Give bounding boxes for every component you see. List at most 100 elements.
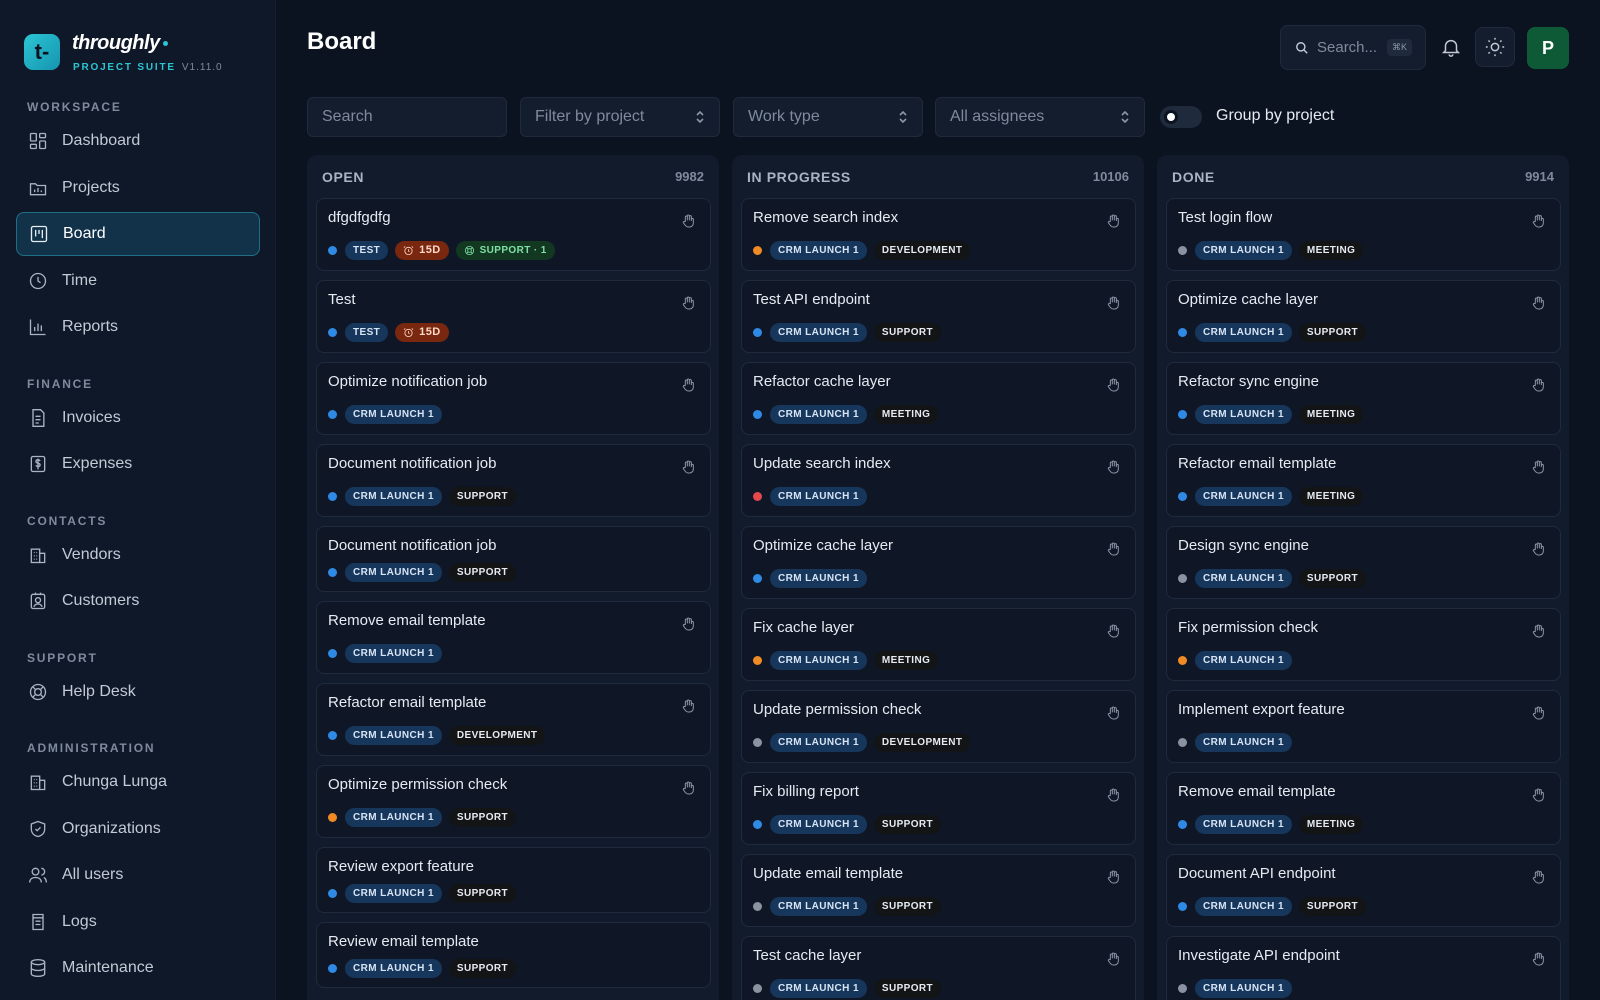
- task-card-title: Refactor cache layer: [753, 373, 891, 390]
- task-card[interactable]: Investigate API endpoint CRM LAUNCH 1: [1166, 936, 1561, 1000]
- task-card[interactable]: Remove email template CRM LAUNCH 1: [316, 601, 711, 674]
- task-card[interactable]: Optimize cache layer CRM LAUNCH 1: [741, 526, 1136, 599]
- drag-handle-icon[interactable]: [680, 213, 696, 229]
- sidebar-item-invoices[interactable]: Invoices: [16, 396, 260, 440]
- sidebar-item-time[interactable]: Time: [16, 259, 260, 303]
- brand[interactable]: t- throughly PROJECT SUITE V1.11.0: [24, 32, 264, 76]
- drag-handle-icon[interactable]: [680, 295, 696, 311]
- task-card[interactable]: Test login flow CRM LAUNCH 1 MEETING: [1166, 198, 1561, 271]
- drag-handle-icon[interactable]: [1530, 705, 1546, 721]
- task-card[interactable]: Test cache layer CRM LAUNCH 1 SUPPORT: [741, 936, 1136, 1000]
- drag-handle-icon[interactable]: [1105, 705, 1121, 721]
- drag-handle-icon[interactable]: [680, 377, 696, 393]
- task-card[interactable]: Optimize cache layer CRM LAUNCH 1 SUPPORT: [1166, 280, 1561, 353]
- drag-handle-icon[interactable]: [1530, 459, 1546, 475]
- sidebar-item-board[interactable]: Board: [16, 212, 260, 256]
- group-by-project-toggle[interactable]: [1160, 106, 1202, 128]
- task-card[interactable]: Refactor cache layer CRM LAUNCH 1 MEETING: [741, 362, 1136, 435]
- drag-handle-icon[interactable]: [1530, 951, 1546, 967]
- worktype-badge: DEVELOPMENT: [448, 725, 546, 745]
- drag-handle-icon[interactable]: [1105, 377, 1121, 393]
- task-card[interactable]: Fix permission check CRM LAUNCH 1: [1166, 608, 1561, 681]
- project-badge: CRM LAUNCH 1: [1195, 240, 1292, 260]
- sidebar-item-organizations[interactable]: Organizations: [16, 807, 260, 851]
- task-card[interactable]: Document notification job CRM LAUNCH 1 SUP…: [316, 526, 711, 592]
- drag-handle-icon[interactable]: [1530, 787, 1546, 803]
- sidebar-item-reports[interactable]: Reports: [16, 305, 260, 349]
- task-card[interactable]: Refactor email template CRM LAUNCH 1 DEVEL…: [316, 683, 711, 756]
- sidebar-item-help-desk[interactable]: Help Desk: [16, 670, 260, 714]
- sidebar-item-all-users[interactable]: All users: [16, 853, 260, 897]
- task-card[interactable]: Refactor email template CRM LAUNCH 1 MEETI…: [1166, 444, 1561, 517]
- sidebar-item-chunga-lunga[interactable]: Chunga Lunga: [16, 760, 260, 804]
- drag-handle-icon[interactable]: [1105, 541, 1121, 557]
- theme-toggle-button[interactable]: [1475, 27, 1515, 67]
- global-search[interactable]: Search... ⌘K: [1280, 25, 1426, 70]
- drag-handle-icon[interactable]: [1105, 295, 1121, 311]
- task-card[interactable]: Update email template CRM LAUNCH 1 SUPPORT: [741, 854, 1136, 927]
- worktype-filter-select[interactable]: Work type: [733, 97, 923, 137]
- task-card[interactable]: Optimize notification job CRM LAUNCH 1: [316, 362, 711, 435]
- sidebar-item-dashboard[interactable]: Dashboard: [16, 119, 260, 163]
- task-card[interactable]: Fix billing report CRM LAUNCH 1 SUPPORT: [741, 772, 1136, 845]
- task-card[interactable]: Review export feature CRM LAUNCH 1 SUPPORT: [316, 847, 711, 913]
- worktype-badge: MEETING: [1298, 240, 1364, 260]
- priority-dot: [1178, 491, 1187, 501]
- drag-handle-icon[interactable]: [680, 698, 696, 714]
- task-card[interactable]: dfgdfgdfg TEST 15D SUPPORT · 1: [316, 198, 711, 271]
- drag-handle-icon[interactable]: [1530, 623, 1546, 639]
- project-badge: CRM LAUNCH 1: [1195, 650, 1292, 670]
- task-card-tags: CRM LAUNCH 1 MEETING: [1178, 486, 1370, 506]
- task-card[interactable]: Remove search index CRM LAUNCH 1 DEVELOPME…: [741, 198, 1136, 271]
- sidebar-item-projects[interactable]: Projects: [16, 166, 260, 210]
- worktype-badge: MEETING: [1298, 486, 1364, 506]
- task-card[interactable]: Document API endpoint CRM LAUNCH 1 SUPPORT: [1166, 854, 1561, 927]
- project-badge: CRM LAUNCH 1: [770, 486, 867, 506]
- drag-handle-icon[interactable]: [680, 616, 696, 632]
- task-card[interactable]: Update permission check CRM LAUNCH 1 DEVEL…: [741, 690, 1136, 763]
- sidebar-item-expenses[interactable]: Expenses: [16, 442, 260, 486]
- worktype-badge: SUPPORT: [448, 486, 517, 506]
- board-search-input[interactable]: Search: [307, 97, 507, 137]
- task-card[interactable]: Test API endpoint CRM LAUNCH 1 SUPPORT: [741, 280, 1136, 353]
- drag-handle-icon[interactable]: [1105, 213, 1121, 229]
- drag-handle-icon[interactable]: [1530, 213, 1546, 229]
- priority-dot: [328, 491, 337, 501]
- assignee-filter-select[interactable]: All assignees: [935, 97, 1145, 137]
- task-card[interactable]: Review email template CRM LAUNCH 1 SUPPORT: [316, 922, 711, 988]
- drag-handle-icon[interactable]: [680, 459, 696, 475]
- sidebar-item-logs[interactable]: Logs: [16, 900, 260, 944]
- drag-handle-icon[interactable]: [1530, 295, 1546, 311]
- task-card[interactable]: Test TEST 15D: [316, 280, 711, 353]
- project-filter-select[interactable]: Filter by project: [520, 97, 720, 137]
- task-card[interactable]: Update search index CRM LAUNCH 1: [741, 444, 1136, 517]
- drag-handle-icon[interactable]: [1105, 869, 1121, 885]
- worktype-badge: SUPPORT: [873, 978, 942, 998]
- task-card[interactable]: Document notification job CRM LAUNCH 1 SUP…: [316, 444, 711, 517]
- drag-handle-icon[interactable]: [1105, 623, 1121, 639]
- task-card[interactable]: Optimize permission check CRM LAUNCH 1 SUP…: [316, 765, 711, 838]
- project-badge: CRM LAUNCH 1: [770, 240, 867, 260]
- task-card[interactable]: Design sync engine CRM LAUNCH 1 SUPPORT: [1166, 526, 1561, 599]
- drag-handle-icon[interactable]: [1530, 869, 1546, 885]
- priority-dot: [1178, 573, 1187, 583]
- sidebar-item-customers[interactable]: Customers: [16, 579, 260, 623]
- project-badge: CRM LAUNCH 1: [345, 725, 442, 745]
- drag-handle-icon[interactable]: [1105, 951, 1121, 967]
- task-card[interactable]: Refactor sync engine CRM LAUNCH 1 MEETING: [1166, 362, 1561, 435]
- task-card[interactable]: Implement export feature CRM LAUNCH 1: [1166, 690, 1561, 763]
- drag-handle-icon[interactable]: [680, 780, 696, 796]
- sidebar-item-maintenance[interactable]: Maintenance: [16, 946, 260, 990]
- task-card-title: Test API endpoint: [753, 291, 870, 308]
- drag-handle-icon[interactable]: [1105, 459, 1121, 475]
- sidebar-item-label: Chunga Lunga: [62, 773, 167, 790]
- drag-handle-icon[interactable]: [1105, 787, 1121, 803]
- task-card-title: Fix billing report: [753, 783, 859, 800]
- task-card[interactable]: Remove email template CRM LAUNCH 1 MEETING: [1166, 772, 1561, 845]
- drag-handle-icon[interactable]: [1530, 377, 1546, 393]
- sidebar-item-vendors[interactable]: Vendors: [16, 533, 260, 577]
- drag-handle-icon[interactable]: [1530, 541, 1546, 557]
- notifications-button[interactable]: [1431, 27, 1471, 67]
- avatar[interactable]: P: [1527, 27, 1569, 69]
- task-card[interactable]: Fix cache layer CRM LAUNCH 1 MEETING: [741, 608, 1136, 681]
